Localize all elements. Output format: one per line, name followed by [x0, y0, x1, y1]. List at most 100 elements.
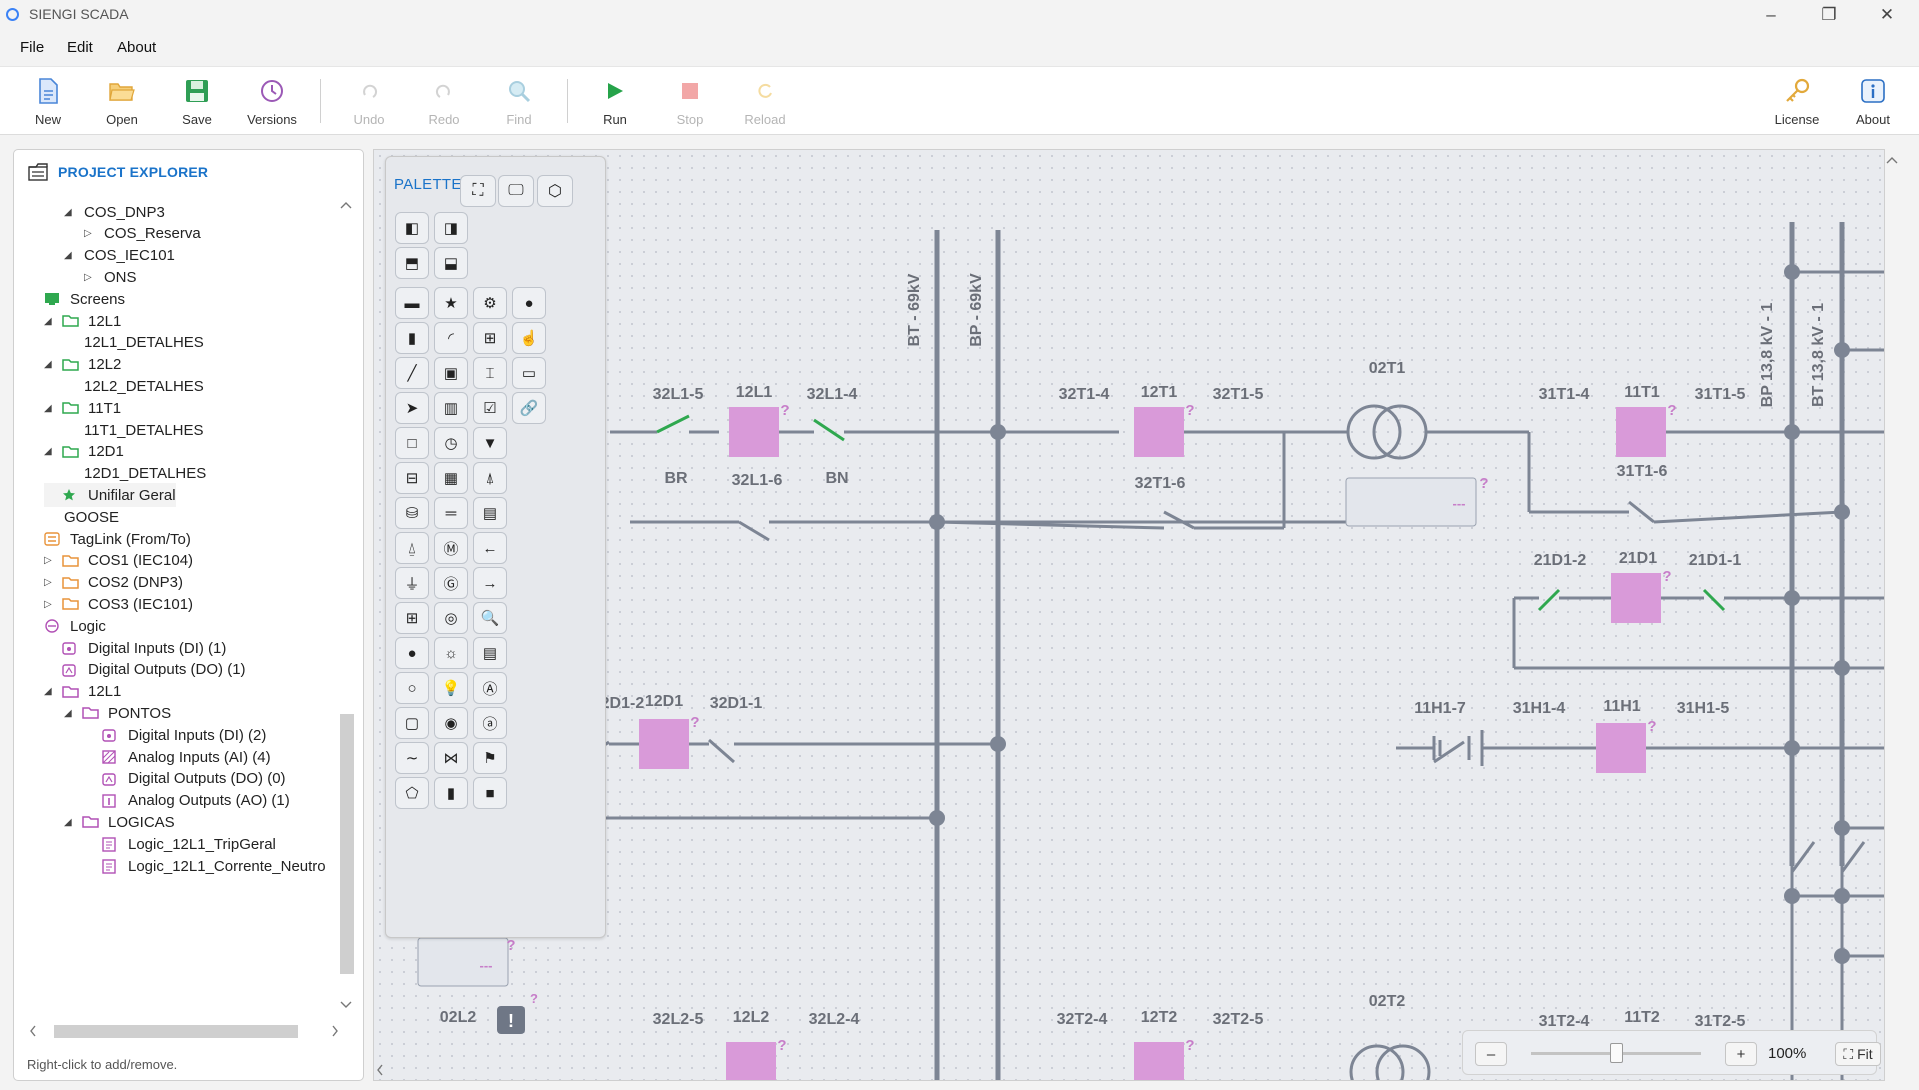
zoom-slider-thumb[interactable]: [1610, 1043, 1623, 1063]
tree-item[interactable]: 12L1_DETALHES: [64, 331, 204, 355]
collapsed-arrow-icon[interactable]: ▷: [84, 228, 96, 239]
explorer-scroll-thumb[interactable]: [340, 714, 354, 974]
checkbox-icon[interactable]: ☑: [473, 392, 507, 424]
tree-item[interactable]: ◢ 12L2: [44, 353, 121, 377]
tree-item[interactable]: ◢ 12L1: [44, 309, 121, 333]
run-button[interactable]: Run: [580, 77, 650, 133]
zoom-icon[interactable]: 🔍: [473, 602, 507, 634]
box-icon[interactable]: ⬡: [537, 175, 573, 207]
tree-item[interactable]: ▷ COS_Reserva: [84, 222, 201, 246]
label-a-icon[interactable]: Ⓐ: [473, 672, 507, 704]
chart-area-icon[interactable]: ▦: [434, 462, 468, 494]
tree-item[interactable]: Digital Inputs (DI) (1): [44, 636, 226, 660]
pentagon-icon[interactable]: ⬠: [395, 777, 429, 809]
new-button[interactable]: New: [13, 77, 83, 133]
panel-icon[interactable]: ▮: [434, 777, 468, 809]
ground-icon[interactable]: ⏚: [395, 567, 429, 599]
collapsed-arrow-icon[interactable]: ▷: [44, 599, 56, 610]
disconnect-switch[interactable]: [1702, 588, 1726, 612]
disconnect-switch[interactable]: [1628, 500, 1655, 524]
tree-item[interactable]: ▷ COS2 (DNP3): [44, 571, 183, 595]
tree-item[interactable]: ▷ COS1 (IEC104): [44, 549, 193, 573]
tree-item[interactable]: ▷ ONS: [84, 265, 137, 289]
alarm-icon[interactable]: ⍋: [473, 462, 507, 494]
square-outline-icon[interactable]: □: [395, 427, 429, 459]
breaker[interactable]: [1616, 407, 1666, 457]
disconnect-switch[interactable]: [1790, 841, 1816, 873]
versions-button[interactable]: Versions: [237, 77, 307, 133]
rectangle-icon[interactable]: ▬: [395, 287, 429, 319]
scroll-right-icon[interactable]: [330, 1024, 340, 1038]
bar-vertical-icon[interactable]: ▮: [395, 322, 429, 354]
scroll-left-icon[interactable]: [28, 1024, 38, 1038]
menu-file[interactable]: File: [20, 39, 44, 56]
breaker[interactable]: [639, 719, 689, 769]
image-icon[interactable]: ▣: [434, 357, 468, 389]
equals-icon[interactable]: ═: [434, 497, 468, 529]
undo-button[interactable]: Undo: [334, 77, 404, 133]
square-filled-icon[interactable]: ■: [473, 777, 507, 809]
disconnect-switch[interactable]: [656, 414, 690, 434]
save-button[interactable]: Save: [162, 77, 232, 133]
collapsed-arrow-icon[interactable]: ▷: [84, 272, 96, 283]
breaker[interactable]: [1134, 407, 1184, 457]
monitor-icon[interactable]: 🖵: [498, 175, 534, 207]
tree-item[interactable]: Screens: [26, 287, 125, 311]
tree-item[interactable]: ◢ 12D1: [44, 440, 124, 464]
fullscreen-icon[interactable]: ⛶: [460, 175, 496, 207]
dropdown-icon[interactable]: ▼: [473, 427, 507, 459]
link-icon[interactable]: 🔗: [512, 392, 546, 424]
tree-item[interactable]: Digital Outputs (DO) (1): [44, 658, 246, 682]
tree-item[interactable]: TagLink (From/To): [26, 527, 191, 551]
tree-item[interactable]: Logic_12L1_TripGeral: [84, 832, 276, 856]
breaker[interactable]: [1596, 723, 1646, 773]
canvas-scroll-left-icon[interactable]: [375, 1063, 385, 1077]
disconnect-switch[interactable]: [738, 520, 770, 542]
align-bottom-icon[interactable]: ⬓: [434, 247, 468, 279]
grid-icon[interactable]: ⊞: [473, 322, 507, 354]
zoom-in-button[interactable]: +: [1725, 1042, 1757, 1066]
breaker[interactable]: [729, 407, 779, 457]
about-button[interactable]: About: [1838, 77, 1908, 133]
menu-edit[interactable]: Edit: [67, 39, 93, 56]
expanded-arrow-icon[interactable]: ◢: [44, 359, 56, 370]
abc-icon[interactable]: ⓐ: [473, 707, 507, 739]
canvas-scroll-up-icon[interactable]: [1885, 155, 1899, 165]
expanded-arrow-icon[interactable]: ◢: [44, 403, 56, 414]
generator-icon[interactable]: Ⓖ: [434, 567, 468, 599]
expanded-arrow-icon[interactable]: ◢: [64, 817, 76, 828]
fit-button[interactable]: ⛶ Fit: [1835, 1042, 1881, 1066]
circle-outline-icon[interactable]: ○: [395, 672, 429, 704]
gauge-icon[interactable]: ◷: [434, 427, 468, 459]
arrow-right-icon[interactable]: →: [473, 567, 507, 599]
robot-icon[interactable]: ⚙: [473, 287, 507, 319]
page-icon[interactable]: ▤: [473, 637, 507, 669]
explorer-horizontal-scrollbar[interactable]: [28, 1022, 344, 1040]
meter-icon[interactable]: ◉: [434, 707, 468, 739]
disconnect-switch[interactable]: [1163, 510, 1195, 530]
tree-item[interactable]: 11T1_DETALHES: [64, 418, 204, 442]
minimize-icon[interactable]: –: [1742, 0, 1800, 29]
disconnect-switch[interactable]: [1537, 588, 1561, 612]
circle-filled-icon[interactable]: ●: [512, 287, 546, 319]
close-icon[interactable]: ✕: [1858, 0, 1916, 29]
expanded-arrow-icon[interactable]: ◢: [64, 207, 76, 218]
tree-item[interactable]: Unifilar Geral: [44, 483, 176, 508]
expanded-arrow-icon[interactable]: ◢: [44, 446, 56, 457]
stop-button[interactable]: Stop: [655, 77, 725, 133]
flag-icon[interactable]: ⚑: [473, 742, 507, 774]
arrow-left-icon[interactable]: ←: [473, 532, 507, 564]
redo-button[interactable]: Redo: [409, 77, 479, 133]
star-shape-icon[interactable]: ★: [434, 287, 468, 319]
tree-item[interactable]: GOOSE: [44, 505, 119, 529]
sun-icon[interactable]: ☼: [434, 637, 468, 669]
collapsed-arrow-icon[interactable]: ▷: [44, 555, 56, 566]
arc-icon[interactable]: ◜: [434, 322, 468, 354]
tree-item[interactable]: ◢ 12L1: [44, 680, 121, 704]
tree-item[interactable]: ◢ PONTOS: [64, 701, 171, 725]
wave-icon[interactable]: ∼: [395, 742, 429, 774]
tree-item[interactable]: Digital Inputs (DI) (2): [84, 723, 266, 747]
disconnect-switch[interactable]: [813, 418, 845, 442]
measurement-box[interactable]: [417, 937, 509, 987]
line-icon[interactable]: ╱: [395, 357, 429, 389]
